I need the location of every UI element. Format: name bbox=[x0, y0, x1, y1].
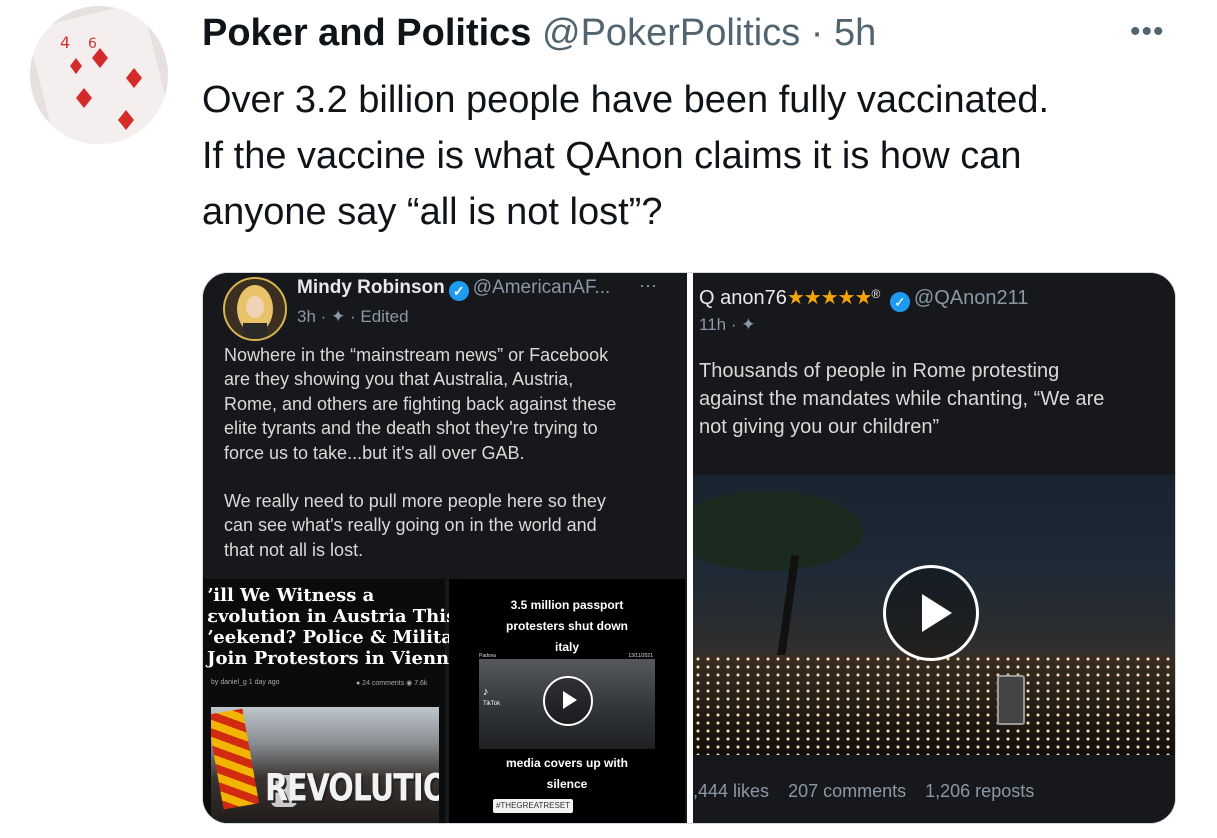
verified-icon: ✓ bbox=[889, 292, 910, 312]
caption-line: 3.5 million passport bbox=[510, 598, 624, 612]
caption-line: protesters shut down bbox=[505, 619, 628, 633]
article-author: by daniel_g 1 day ago bbox=[211, 679, 280, 686]
registered-mark: ® bbox=[871, 287, 881, 301]
article-meta: by daniel_g 1 day ago ● 24 comments ◉ 7.… bbox=[211, 679, 427, 687]
article-title-line: ʼill We Witness a bbox=[207, 585, 375, 606]
comments-count: 207 comments bbox=[788, 781, 907, 801]
quoted-more-icon: ··· bbox=[639, 275, 657, 295]
avatar[interactable]: 4 6 bbox=[30, 6, 168, 144]
verified-icon: ✓ bbox=[448, 281, 469, 301]
crowd-lights bbox=[693, 655, 1175, 755]
tiktok-logo-text: TikTok bbox=[483, 701, 501, 707]
article-image: REVOLUTION bbox=[211, 707, 439, 823]
quoted-body: Nowhere in the “mainstream news” or Face… bbox=[224, 343, 674, 562]
author-handle[interactable]: @PokerPolitics bbox=[542, 12, 800, 54]
phone-shape bbox=[997, 675, 1025, 725]
quoted-handle: @QAnon211 bbox=[913, 287, 1029, 309]
quoted-author-name: Q anon76 bbox=[699, 287, 787, 309]
engagement-stats: ,444 likes 207 comments 1,206 reposts bbox=[693, 781, 1048, 802]
tweet-text-line: Over 3.2 billion people have been fully … bbox=[202, 79, 1050, 121]
svg-text:6: 6 bbox=[88, 36, 97, 52]
caption-line: media covers up with bbox=[505, 756, 629, 770]
tweet-header: Poker and Politics @PokerPolitics · 5h bbox=[202, 10, 876, 56]
body-line: force us to take...but it's all over GAB… bbox=[224, 442, 525, 463]
quoted-handle: @AmericanAF... bbox=[472, 277, 611, 298]
body-line: can see what's really going on in the wo… bbox=[224, 515, 597, 536]
body-line: against the mandates while chanting, “We… bbox=[699, 388, 1105, 410]
body-line: Rome, and others are fighting back again… bbox=[224, 393, 617, 414]
quoted-name: Mindy Robinson ✓ @AmericanAF... bbox=[297, 277, 610, 301]
quoted-meta: 11h · ✦ bbox=[699, 315, 756, 334]
flag-shape bbox=[211, 708, 260, 810]
article-preview: ʼill We Witness a ɛvolution in Austria T… bbox=[203, 579, 473, 823]
reposts-count: 1,206 reposts bbox=[925, 781, 1035, 801]
video-thumbnail[interactable] bbox=[693, 475, 1175, 755]
media-image-right[interactable]: Q anon76★★★★★® ✓ @QAnon211 11h · ✦ Thousa… bbox=[693, 273, 1175, 823]
article-title-line: ʼeekend? Police & Military bbox=[207, 627, 473, 648]
quoted-author-name: Mindy Robinson bbox=[297, 277, 445, 298]
tiktok-caption-bottom: media covers up with silence bbox=[449, 753, 685, 795]
tiktok-preview: 3.5 million passport protesters shut dow… bbox=[449, 579, 685, 823]
tweet-text: Over 3.2 billion people have been fully … bbox=[202, 72, 1192, 240]
article-title-line: Join Protestors in Vienna bbox=[207, 648, 461, 669]
media-image-left[interactable]: Mindy Robinson ✓ @AmericanAF... ··· 3h · ✦… bbox=[203, 273, 687, 823]
quoted-body: Thousands of people in Rome protesting a… bbox=[699, 357, 1169, 441]
article-title: ʼill We Witness a ɛvolution in Austria T… bbox=[207, 585, 473, 669]
body-line: We really need to pull more people here … bbox=[224, 491, 606, 512]
body-line: elite tyrants and the death shot they're… bbox=[224, 418, 598, 439]
tweet-media[interactable]: Mindy Robinson ✓ @AmericanAF... ··· 3h · ✦… bbox=[202, 272, 1176, 824]
likes-count: ,444 likes bbox=[693, 781, 770, 801]
play-icon bbox=[543, 676, 593, 726]
article-title-line: ɛvolution in Austria This bbox=[207, 606, 457, 627]
body-line: are they showing you that Australia, Aus… bbox=[224, 369, 574, 390]
more-options-icon[interactable]: ••• bbox=[1130, 17, 1165, 47]
body-line: Nowhere in the “mainstream news” or Face… bbox=[224, 345, 609, 365]
body-line: not giving you our children” bbox=[699, 416, 940, 438]
portrait-icon bbox=[225, 279, 285, 339]
quoted-name-right: Q anon76★★★★★® ✓ @QAnon211 bbox=[699, 285, 1028, 312]
playing-card-avatar-icon: 4 6 bbox=[30, 6, 168, 144]
stars-icon: ★★★★★ bbox=[786, 287, 873, 309]
tiktok-logo-icon: ♪ TikTok bbox=[483, 686, 501, 708]
tweet-time[interactable]: · 5h bbox=[811, 12, 876, 54]
play-button-icon[interactable] bbox=[883, 565, 979, 661]
tweet-text-line: If the vaccine is what QAnon claims it i… bbox=[202, 135, 1022, 177]
tweet-text-line: anyone say “all is not lost”? bbox=[202, 191, 663, 233]
svg-text:4: 4 bbox=[60, 33, 70, 52]
tree-shape bbox=[693, 491, 863, 571]
tiktok-caption-top: 3.5 million passport protesters shut dow… bbox=[449, 595, 685, 658]
hashtag-badge: #THEGREATRESET bbox=[493, 799, 573, 813]
caption-line: silence bbox=[546, 777, 588, 791]
article-stats: ● 24 comments ◉ 7.6k bbox=[356, 680, 428, 687]
revolution-text: REVOLUTION bbox=[265, 766, 439, 811]
body-line: Thousands of people in Rome protesting bbox=[699, 360, 1060, 382]
author-name[interactable]: Poker and Politics bbox=[202, 12, 531, 54]
quoted-meta: 3h · ✦ · Edited bbox=[297, 307, 409, 326]
body-line: that not all is lost. bbox=[224, 539, 364, 560]
mindy-avatar bbox=[223, 277, 287, 341]
